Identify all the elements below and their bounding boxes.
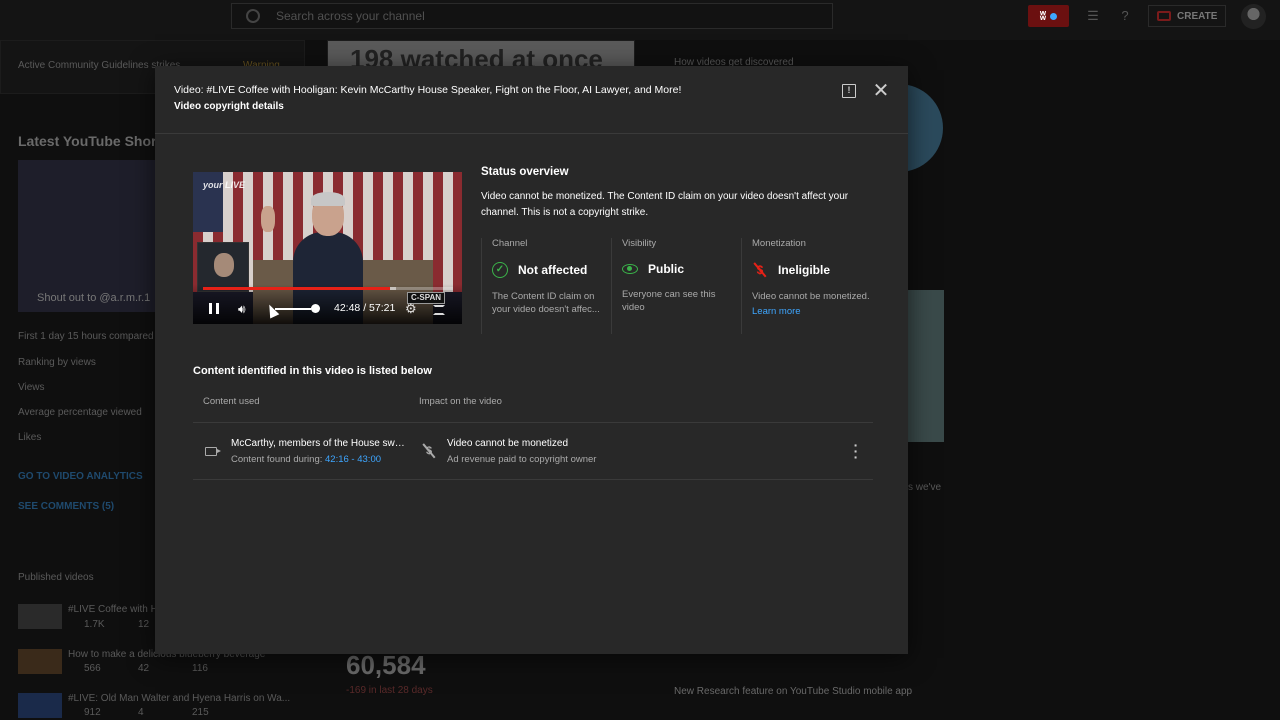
volume-knob[interactable] (311, 304, 320, 313)
time-display: 42:48 / 57:21 (334, 302, 396, 314)
published-title: Published videos (18, 572, 94, 583)
visibility-value-row: Public (622, 262, 741, 276)
channel-head: Channel (492, 238, 528, 249)
search-icon (246, 9, 260, 23)
content-heading: Content identified in this video is list… (193, 365, 432, 377)
volume-slider[interactable] (275, 308, 315, 310)
monetization-value: Ineligible (778, 263, 831, 277)
avg-pct-label: Average percentage viewed (18, 407, 142, 418)
research-note[interactable]: New Research feature on YouTube Studio m… (674, 686, 912, 697)
monetization-note-text: Video cannot be monetized. (752, 291, 870, 302)
controls-gradient (193, 284, 462, 324)
found-range-link[interactable]: 42:16 - 43:00 (325, 454, 381, 465)
channel-value: Not affected (518, 263, 588, 277)
video-title[interactable]: #LIVE Coffee with H (68, 604, 158, 615)
shorts-title: Latest YouTube Short (18, 133, 162, 149)
copyright-dialog: Video: #LIVE Coffee with Hooligan: Kevin… (155, 66, 908, 654)
revenue-text: Ad revenue paid to copyright owner (447, 454, 597, 465)
claim-title: McCarthy, members of the House sworn in (231, 438, 407, 449)
no-dollar-icon: $ (422, 443, 436, 459)
views-label: Views (18, 382, 45, 393)
dialog-header: Video: #LIVE Coffee with Hooligan: Kevin… (155, 66, 908, 134)
top-bar: ʬ ☰ ? CREATE (0, 0, 1280, 40)
monetization-value-row: $ Ineligible (752, 262, 871, 278)
channel-value-row: ✓ Not affected (492, 262, 611, 278)
avatar[interactable] (1241, 4, 1266, 29)
compared-label: First 1 day 15 hours compared (18, 331, 154, 342)
video-comments: 12 (138, 619, 150, 630)
table-row[interactable]: McCarthy, members of the House sworn in … (193, 423, 873, 480)
go-analytics-link[interactable]: GO TO VIDEO ANALYTICS (18, 471, 143, 482)
raised-hand (261, 206, 275, 232)
live-icon: ʬ (1039, 9, 1047, 23)
video-views: 1.7K (84, 619, 105, 630)
dialog-subtitle: Video copyright details (174, 101, 284, 112)
search-box[interactable] (231, 3, 833, 29)
monetization-head: Monetization (752, 238, 806, 249)
video-title[interactable]: #LIVE: Old Man Walter and Hyena Harris o… (68, 693, 290, 704)
dialog-video-title: Video: #LIVE Coffee with Hooligan: Kevin… (174, 84, 682, 96)
visibility-head: Visibility (622, 238, 657, 249)
news-thumbnail[interactable] (908, 290, 944, 442)
messages-icon[interactable]: ☰ (1085, 8, 1101, 24)
learn-more-link[interactable]: Learn more (752, 305, 870, 318)
more-options-icon[interactable]: · · · (851, 438, 861, 464)
subscribers-delta: -169 in last 28 days (346, 685, 433, 696)
video-likes: 215 (192, 707, 209, 718)
ranking-label: Ranking by views (18, 357, 96, 368)
pause-icon[interactable] (209, 303, 219, 314)
video-thumbnail[interactable] (18, 693, 62, 718)
video-views: 912 (84, 707, 101, 718)
volume-icon[interactable]: 🔊︎ (238, 302, 246, 317)
subscribers-stat: 60,584 (346, 650, 426, 680)
check-circle-icon: ✓ (492, 262, 508, 278)
claim-found: Content found during: 42:16 - 43:00 (231, 454, 381, 465)
visibility-note: Everyone can see this video (622, 289, 716, 313)
video-likes: 116 (192, 663, 208, 674)
video-player[interactable]: your LIVE C-SPAN 🔊︎ 42:48 / 57:21 ⚙ (193, 172, 462, 324)
gear-icon[interactable]: ⚙ (405, 301, 417, 317)
found-label: Content found during: (231, 454, 326, 465)
create-label: CREATE (1177, 10, 1218, 22)
notification-dot (1050, 12, 1058, 20)
video-thumbnail[interactable] (18, 649, 62, 674)
monetization-note: Video cannot be monetized. Learn more (752, 290, 870, 318)
video-icon (205, 447, 221, 456)
impact-text: Video cannot be monetized (447, 438, 569, 449)
eye-icon (622, 264, 638, 274)
news-snippet: s we've (908, 482, 942, 493)
video-comments: 42 (138, 663, 150, 674)
column-header-content: Content used (203, 396, 260, 407)
video-thumbnail[interactable] (18, 604, 62, 629)
help-icon[interactable]: ? (1117, 8, 1133, 24)
video-camera-icon (1157, 11, 1171, 21)
no-dollar-icon: $ (752, 262, 768, 278)
shorts-caption: Shout out to @a.r.m.r.1 (37, 292, 151, 304)
status-description: Video cannot be monetized. The Content I… (481, 191, 849, 218)
progress-bar[interactable] (203, 287, 453, 290)
close-icon[interactable]: ✕ (871, 81, 891, 101)
volume-level (275, 308, 311, 310)
visibility-status: Visibility Public Everyone can see this … (611, 238, 741, 334)
column-header-impact: Impact on the video (419, 396, 502, 407)
status-overview-title: Status overview (481, 166, 569, 178)
visibility-value: Public (648, 262, 685, 276)
live-button[interactable]: ʬ (1028, 5, 1069, 27)
feedback-icon[interactable]: ! (842, 84, 856, 98)
create-button[interactable]: CREATE (1148, 5, 1226, 27)
monetization-status: Monetization $ Ineligible Video cannot b… (741, 238, 871, 334)
channel-status: Channel ✓ Not affected The Content ID cl… (481, 238, 611, 334)
search-input[interactable] (276, 9, 776, 23)
speaker-hair (311, 192, 345, 206)
video-views: 566 (84, 663, 101, 674)
channel-logo: your LIVE (203, 180, 246, 190)
progress-played (203, 287, 390, 290)
see-comments-link[interactable]: SEE COMMENTS (5) (18, 501, 114, 512)
host-face (214, 253, 234, 277)
shorts-thumbnail[interactable] (18, 160, 155, 312)
likes-label: Likes (18, 432, 42, 443)
fullscreen-icon[interactable] (433, 305, 445, 315)
channel-note: The Content ID claim on your video doesn… (492, 291, 600, 315)
video-comments: 4 (138, 707, 144, 718)
